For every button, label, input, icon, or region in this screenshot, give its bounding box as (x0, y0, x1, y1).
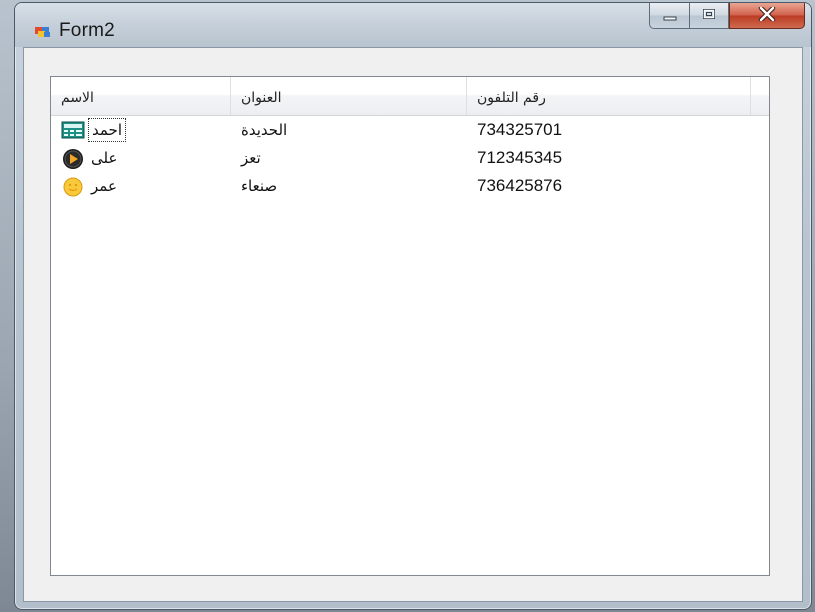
maximize-icon (701, 6, 717, 25)
column-header-name[interactable]: الاسم (51, 77, 231, 115)
phone-cell: 712345345 (477, 148, 563, 167)
media-player-icon (61, 148, 85, 169)
list-row[interactable]: احمد الحديدة 734325701 (51, 116, 769, 144)
minimize-button[interactable] (649, 3, 689, 29)
caption-buttons (649, 3, 805, 29)
name-cell: عمر (61, 172, 221, 200)
close-icon (758, 5, 776, 25)
form-client-area: الاسم العنوان رقم التلفون احمد الحديدة 7… (23, 47, 803, 602)
address-cell: الحديدة (241, 121, 288, 139)
column-header-address[interactable]: العنوان (231, 77, 467, 115)
listview-header: الاسم العنوان رقم التلفون (51, 77, 769, 116)
phone-cell: 734325701 (477, 120, 563, 139)
contacts-listview[interactable]: الاسم العنوان رقم التلفون احمد الحديدة 7… (50, 76, 770, 576)
minimize-icon (662, 6, 678, 25)
window-title: Form2 (59, 20, 115, 41)
calculator-icon (61, 120, 85, 140)
title-bar[interactable]: Form2 (15, 3, 811, 47)
name-cell: احمد (61, 116, 221, 144)
name-text: عمر (91, 177, 117, 195)
address-cell: صنعاء (241, 177, 278, 195)
address-cell: تعز (241, 149, 261, 167)
name-cell: على (61, 144, 221, 172)
name-text: على (91, 149, 118, 167)
column-header-filler (751, 77, 769, 115)
name-text: احمد (88, 118, 126, 142)
close-button[interactable] (729, 3, 805, 29)
list-row[interactable]: عمر صنعاء 736425876 (51, 172, 769, 200)
form-app-icon (35, 23, 51, 37)
column-header-phone[interactable]: رقم التلفون (467, 77, 751, 115)
smiley-face-icon (61, 176, 85, 197)
list-row[interactable]: على تعز 712345345 (51, 144, 769, 172)
phone-cell: 736425876 (477, 176, 563, 195)
maximize-button[interactable] (689, 3, 729, 29)
form-window: Form2 الاسم العنوان رقم التلفون احمد الح… (14, 2, 812, 610)
